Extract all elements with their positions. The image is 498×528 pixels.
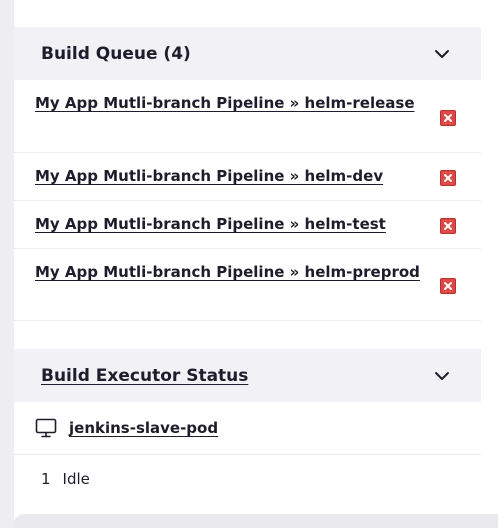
queue-item-link[interactable]: My App Mutli-branch Pipeline » helm-dev xyxy=(35,167,383,185)
executor-state: Idle xyxy=(62,470,90,488)
queue-item-link[interactable]: My App Mutli-branch Pipeline » helm-test xyxy=(35,215,386,233)
queue-item: My App Mutli-branch Pipeline » helm-dev xyxy=(14,153,481,201)
executor-node-link[interactable]: jenkins-slave-pod xyxy=(69,419,218,437)
build-queue-header[interactable]: Build Queue (4) xyxy=(14,27,481,80)
queue-item-link[interactable]: My App Mutli-branch Pipeline » helm-rele… xyxy=(35,94,415,112)
cancel-icon[interactable] xyxy=(440,278,456,294)
cancel-icon[interactable] xyxy=(440,218,456,234)
queue-item: My App Mutli-branch Pipeline » helm-test xyxy=(14,201,481,249)
queue-item-link[interactable]: My App Mutli-branch Pipeline » helm-prep… xyxy=(35,263,420,281)
executor-row: 1 Idle xyxy=(14,454,481,504)
executor-status-header[interactable]: Build Executor Status xyxy=(14,349,481,402)
build-queue-title: Build Queue (4) xyxy=(41,43,191,64)
cancel-icon[interactable] xyxy=(440,110,456,126)
executor-node-row: jenkins-slave-pod xyxy=(14,402,481,455)
queue-item: My App Mutli-branch Pipeline » helm-prep… xyxy=(14,249,481,321)
executor-number: 1 xyxy=(41,470,51,488)
executor-status-title[interactable]: Build Executor Status xyxy=(41,366,248,386)
chevron-down-icon[interactable] xyxy=(433,45,451,63)
chevron-down-icon[interactable] xyxy=(433,367,451,385)
panel-bottom-edge xyxy=(14,514,498,528)
computer-icon xyxy=(35,418,57,438)
left-gutter xyxy=(0,0,14,528)
right-gutter xyxy=(481,0,498,528)
queue-item: My App Mutli-branch Pipeline » helm-rele… xyxy=(14,80,481,153)
cancel-icon[interactable] xyxy=(440,170,456,186)
